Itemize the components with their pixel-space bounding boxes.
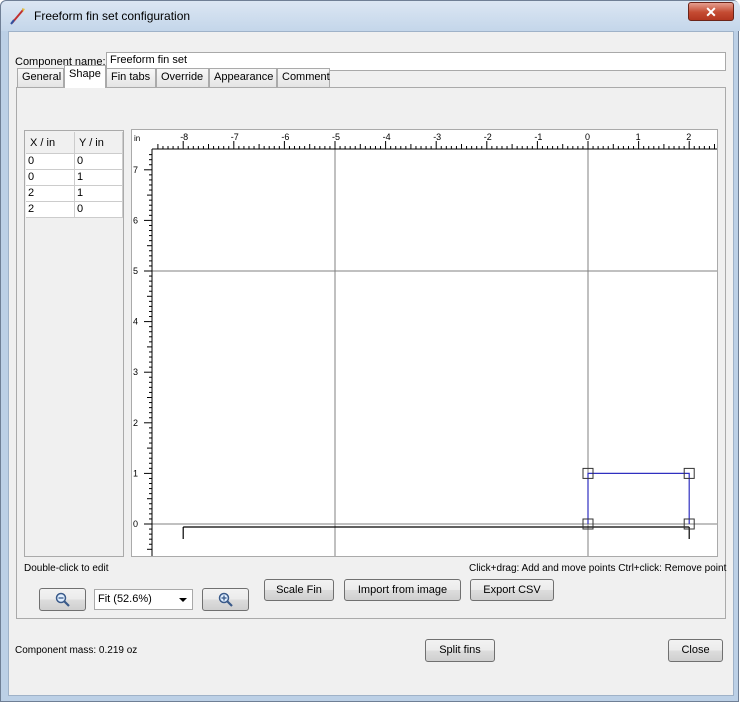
table-row[interactable]: 0 0 — [26, 154, 123, 170]
component-mass-label: Component mass: 0.219 oz — [15, 645, 138, 656]
x-tick-label: -5 — [332, 132, 340, 142]
zoom-in-button[interactable] — [202, 588, 249, 611]
x-ruler — [132, 130, 717, 149]
y-tick-label: 7 — [133, 165, 138, 175]
y-tick-label: 6 — [133, 215, 138, 225]
magnifier-plus-icon — [218, 592, 233, 607]
tab-comment[interactable]: Comment — [277, 68, 330, 87]
points-table[interactable]: X / in Y / in 0 0 0 1 2 1 2 0 — [24, 130, 124, 557]
y-tick-label: 2 — [133, 418, 138, 428]
fin-shape-editor[interactable]: -8 -7 -6 -5 -4 -3 -2 -1 0 1 2 7 6 5 4 3 2 1 0 in — [131, 129, 718, 557]
x-tick-label: -3 — [433, 132, 441, 142]
tab-appearance[interactable]: Appearance — [209, 68, 277, 87]
x-tick-label: -2 — [484, 132, 492, 142]
cell-x[interactable]: 2 — [26, 202, 75, 218]
y-tick-label: 1 — [133, 468, 138, 478]
click-drag-hint: Click+drag: Add and move points Ctrl+cli… — [469, 563, 727, 574]
x-tick-label: 0 — [585, 132, 590, 142]
fin-outline — [587, 472, 690, 524]
tab-fin-tabs[interactable]: Fin tabs — [106, 68, 156, 87]
x-tick-label: 2 — [686, 132, 691, 142]
close-icon: ✕ — [705, 4, 717, 20]
y-tick-label: 3 — [133, 367, 138, 377]
fin-shape-canvas[interactable]: -8 -7 -6 -5 -4 -3 -2 -1 0 1 2 7 6 5 4 3 2 1 0 in — [132, 130, 717, 556]
x-tick-label: -8 — [180, 132, 188, 142]
cell-x[interactable]: 0 — [26, 170, 75, 186]
magnifier-minus-icon — [55, 592, 70, 607]
column-header-y[interactable]: Y / in — [75, 132, 123, 154]
cell-y[interactable]: 0 — [75, 154, 123, 170]
import-from-image-button[interactable]: Import from image — [344, 579, 461, 601]
tab-override[interactable]: Override — [156, 68, 209, 87]
unit-label: in — [134, 134, 140, 143]
table-row[interactable]: 2 1 — [26, 186, 123, 202]
tab-general[interactable]: General — [17, 68, 64, 87]
x-tick-label: -4 — [383, 132, 391, 142]
x-tick-label: -1 — [534, 132, 542, 142]
double-click-hint: Double-click to edit — [24, 563, 109, 574]
close-button[interactable]: Close — [668, 639, 723, 662]
x-tick-label: -6 — [281, 132, 289, 142]
export-csv-button[interactable]: Export CSV — [470, 579, 554, 601]
chevron-down-icon — [179, 598, 187, 602]
window-title: Freeform fin set configuration — [34, 9, 191, 23]
cell-x[interactable]: 2 — [26, 186, 75, 202]
column-header-x[interactable]: X / in — [26, 132, 75, 154]
x-tick-label: -7 — [231, 132, 239, 142]
zoom-select[interactable]: Fit (52.6%) — [94, 589, 193, 610]
table-row[interactable]: 2 0 — [26, 202, 123, 218]
cell-y[interactable]: 1 — [75, 186, 123, 202]
y-ruler — [132, 130, 152, 556]
title-bar[interactable]: Freeform fin set configuration ✕ — [1, 1, 740, 31]
zoom-out-button[interactable] — [39, 588, 86, 611]
split-fins-button[interactable]: Split fins — [425, 639, 495, 662]
y-tick-label: 5 — [133, 266, 138, 276]
window-close-button[interactable]: ✕ — [688, 2, 734, 21]
table-row[interactable]: 0 1 — [26, 170, 123, 186]
x-tick-label: 1 — [636, 132, 641, 142]
cell-y[interactable]: 1 — [75, 170, 123, 186]
y-tick-label: 0 — [133, 519, 138, 529]
tab-shape[interactable]: Shape — [64, 65, 106, 88]
y-tick-label: 4 — [133, 317, 138, 327]
scale-fin-button[interactable]: Scale Fin — [264, 579, 334, 601]
app-icon — [10, 8, 25, 25]
cell-x[interactable]: 0 — [26, 154, 75, 170]
zoom-value: Fit (52.6%) — [98, 593, 152, 605]
cell-y[interactable]: 0 — [75, 202, 123, 218]
